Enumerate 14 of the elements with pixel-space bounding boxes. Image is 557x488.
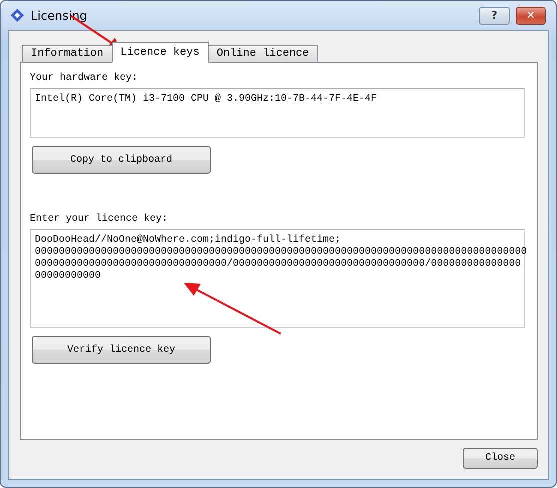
verify-button[interactable]: Verify licence key <box>32 336 211 364</box>
close-button[interactable]: ✕ <box>516 6 546 24</box>
window-title: Licensing <box>31 8 88 22</box>
close-dialog-button[interactable]: Close <box>463 448 538 469</box>
app-logo-icon <box>10 8 25 23</box>
hardware-key-label: Your hardware key: <box>30 73 140 85</box>
tab[interactable]: Online licence <box>208 45 318 63</box>
hardware-key-field[interactable]: Intel(R) Core(TM) i3-7100 CPU @ 3.90GHz:10-7B-44-7F-4E-4F <box>30 88 525 138</box>
help-button[interactable]: ? <box>479 6 510 24</box>
tab[interactable]: Licence keys <box>112 42 209 63</box>
licence-key-label: Enter your licence key: <box>30 214 170 226</box>
copy-button[interactable]: Copy to clipboard <box>32 146 211 174</box>
tab[interactable]: Information <box>22 45 113 63</box>
licence-key-field[interactable]: DooDooHead//NoOne@NoWhere.com;indigo-full-lifetime; 0000000000000000000000000000000000000000000000000000000000000000000000000000000000 00000000000000000000000000000000/00000000000000000000000000000000/000000000000000 00000000000 <box>30 229 525 328</box>
